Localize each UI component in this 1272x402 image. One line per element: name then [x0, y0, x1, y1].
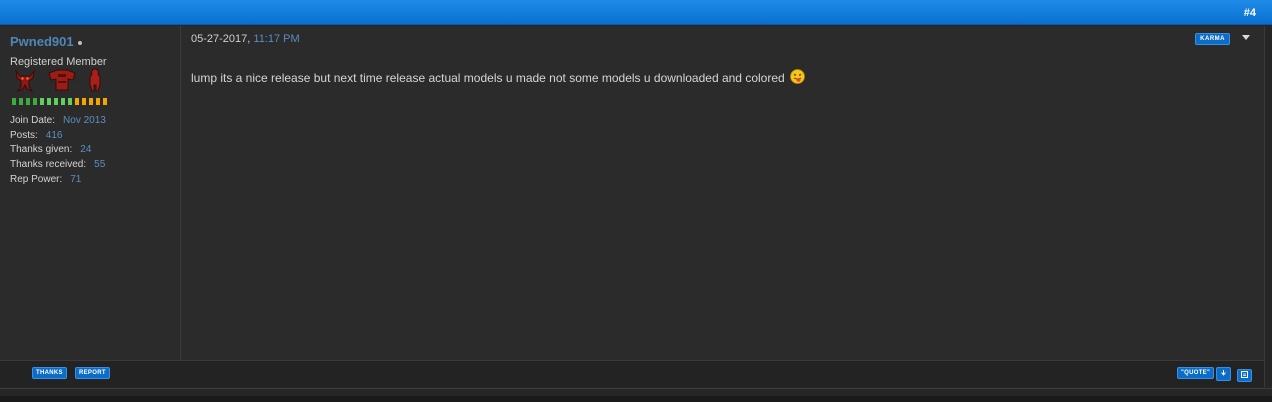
reputation-segment [33, 98, 37, 105]
user-info-panel: Pwned901 Registered Member Join Date: Nov… [0, 26, 181, 360]
stat-label: Rep Power: [10, 173, 63, 185]
stat-label: Thanks received: [10, 159, 87, 171]
reputation-segment [54, 98, 58, 105]
bottom-strip [0, 396, 1272, 402]
stat-value: 24 [80, 144, 92, 156]
reputation-segment [89, 98, 93, 105]
reputation-segment [61, 98, 65, 105]
online-status-icon [77, 40, 82, 45]
karma-button[interactable]: KARMA [1195, 33, 1230, 45]
stat-row: Rep Power: 71 [10, 173, 106, 188]
thanks-button[interactable]: THANKS [32, 367, 67, 379]
stat-value: 416 [45, 129, 63, 141]
reputation-segment [75, 98, 79, 105]
post-footer: THANKS REPORT "QUOTE" [0, 360, 1265, 387]
reputation-segment [82, 98, 86, 105]
post-content: 05-27-2017, 11:17 PM KARMA lump its a ni… [182, 26, 1264, 360]
reputation-segment [19, 98, 23, 105]
post-message: lump its a nice release but next time re… [191, 69, 805, 85]
quick-reply-button[interactable] [1237, 369, 1252, 382]
reputation-segment [68, 98, 72, 105]
post-number-link[interactable]: #4 [1244, 7, 1256, 19]
post-header-bar: #4 [0, 0, 1272, 25]
stat-label: Posts: [10, 129, 38, 141]
stat-value: 55 [94, 159, 106, 171]
demon-rank-icon [15, 69, 35, 93]
stat-row: Thanks given: 24 [10, 143, 106, 158]
stat-row: Join Date: Nov 2013 [10, 114, 106, 129]
username-area: Pwned901 [10, 34, 82, 49]
username-link[interactable]: Pwned901 [10, 34, 74, 49]
reputation-segment [26, 98, 30, 105]
post-menu-dropdown-icon[interactable] [1242, 35, 1250, 40]
post-message-text: lump its a nice release but next time re… [191, 71, 785, 85]
user-stats: Join Date: Nov 2013 Posts: 416 Thanks given:… [10, 114, 106, 187]
post-container: Pwned901 Registered Member Join Date: Nov… [0, 26, 1265, 360]
post-date-text: 05-27-2017, [191, 33, 251, 45]
stat-value: 71 [70, 173, 82, 185]
stat-label: Join Date: [10, 115, 56, 126]
post-date: 05-27-2017, 11:17 PM [191, 33, 300, 45]
reputation-bar [12, 98, 110, 105]
multiquote-button[interactable] [1216, 367, 1231, 381]
stat-row: Thanks received: 55 [10, 158, 106, 173]
report-button[interactable]: REPORT [75, 367, 110, 379]
stat-row: Posts: 416 [10, 129, 106, 144]
user-title: Registered Member [10, 56, 107, 68]
divider-line [0, 388, 1272, 389]
quick-reply-icon [1241, 371, 1248, 378]
reputation-segment [103, 98, 107, 105]
post-time: 11:17 PM [253, 33, 300, 45]
reputation-segment [40, 98, 44, 105]
tongue-smiley-icon [790, 69, 805, 84]
reputation-segment [47, 98, 51, 105]
quote-button[interactable]: "QUOTE" [1177, 367, 1215, 379]
reputation-segment [96, 98, 100, 105]
armor-rank-icon [48, 69, 76, 91]
stat-label: Thanks given: [10, 144, 73, 156]
stat-value: Nov 2013 [63, 115, 106, 126]
rank-icons [12, 68, 109, 94]
multiquote-icon [1221, 370, 1226, 376]
red-figure-rank-icon [89, 68, 101, 92]
reputation-segment [12, 98, 16, 105]
